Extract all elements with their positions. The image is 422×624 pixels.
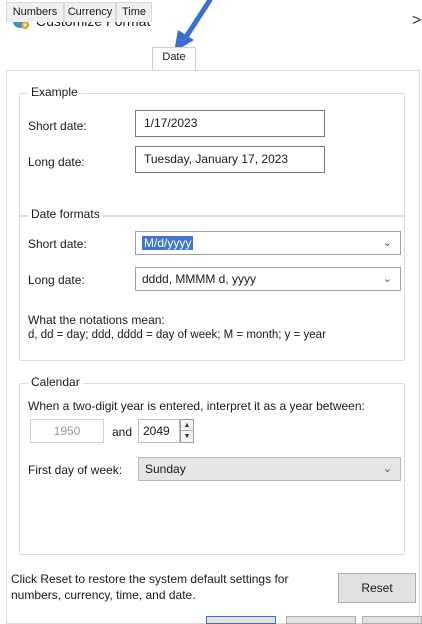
reset-hint-line1: Click Reset to restore the system defaul… bbox=[11, 572, 289, 586]
short-date-format-combo[interactable]: M/d/yyyy ⌄ bbox=[135, 231, 401, 255]
first-day-combo[interactable]: Sunday ⌄ bbox=[138, 457, 401, 481]
calendar-group: Calendar When a two-digit year is entere… bbox=[19, 375, 405, 555]
example-long-date-field: Tuesday, January 17, 2023 bbox=[135, 146, 325, 173]
tab-date[interactable]: Date bbox=[152, 47, 196, 70]
year-end-spinner[interactable]: ▲ ▼ bbox=[180, 419, 194, 443]
first-day-value: Sunday bbox=[145, 462, 186, 476]
spin-down-icon[interactable]: ▼ bbox=[181, 431, 193, 442]
long-date-format-combo[interactable]: dddd, MMMM d, yyyy ⌄ bbox=[135, 267, 401, 291]
tab-numbers[interactable]: Numbers bbox=[6, 2, 64, 22]
date-formats-legend: Date formats bbox=[28, 207, 103, 221]
apply-button[interactable] bbox=[362, 616, 422, 624]
chevron-down-icon[interactable]: ⌄ bbox=[383, 458, 392, 480]
chevron-down-icon[interactable]: ⌄ bbox=[383, 232, 392, 254]
example-long-label: Long date: bbox=[28, 155, 85, 169]
long-date-format-value: dddd, MMMM d, yyyy bbox=[142, 272, 257, 286]
chevron-down-icon[interactable]: ⌄ bbox=[383, 268, 392, 290]
formats-long-label: Long date: bbox=[28, 273, 85, 287]
notation-title: What the notations mean: bbox=[28, 313, 165, 327]
short-date-format-value: M/d/yyyy bbox=[142, 236, 194, 250]
ok-button[interactable] bbox=[206, 616, 276, 624]
year-end-field[interactable]: 2049 bbox=[138, 419, 180, 443]
example-short-date-field: 1/17/2023 bbox=[135, 110, 325, 137]
tab-panel-date: Example Short date: 1/17/2023 Long date:… bbox=[6, 70, 420, 624]
tab-currency[interactable]: Currency bbox=[64, 2, 116, 22]
year-start-field: 1950 bbox=[30, 419, 104, 443]
and-label: and bbox=[112, 425, 133, 439]
formats-short-label: Short date: bbox=[28, 237, 87, 251]
calendar-legend: Calendar bbox=[28, 375, 83, 389]
reset-button[interactable]: Reset bbox=[338, 573, 416, 603]
tab-time[interactable]: Time bbox=[116, 2, 152, 22]
close-icon[interactable]: > bbox=[412, 12, 421, 30]
spin-up-icon[interactable]: ▲ bbox=[181, 420, 193, 431]
example-group: Example Short date: 1/17/2023 Long date:… bbox=[19, 85, 405, 217]
example-short-label: Short date: bbox=[28, 119, 87, 133]
example-legend: Example bbox=[28, 85, 81, 99]
two-digit-year-text: When a two-digit year is entered, interp… bbox=[28, 399, 365, 413]
notation-text: d, dd = day; ddd, dddd = day of week; M … bbox=[28, 329, 326, 341]
cancel-button[interactable] bbox=[286, 616, 356, 624]
reset-hint-line2: numbers, currency, time, and date. bbox=[11, 588, 196, 602]
date-formats-group: Date formats Short date: M/d/yyyy ⌄ Long… bbox=[19, 207, 405, 361]
annotation-arrow-icon bbox=[174, 0, 213, 52]
first-day-label: First day of week: bbox=[28, 463, 123, 477]
